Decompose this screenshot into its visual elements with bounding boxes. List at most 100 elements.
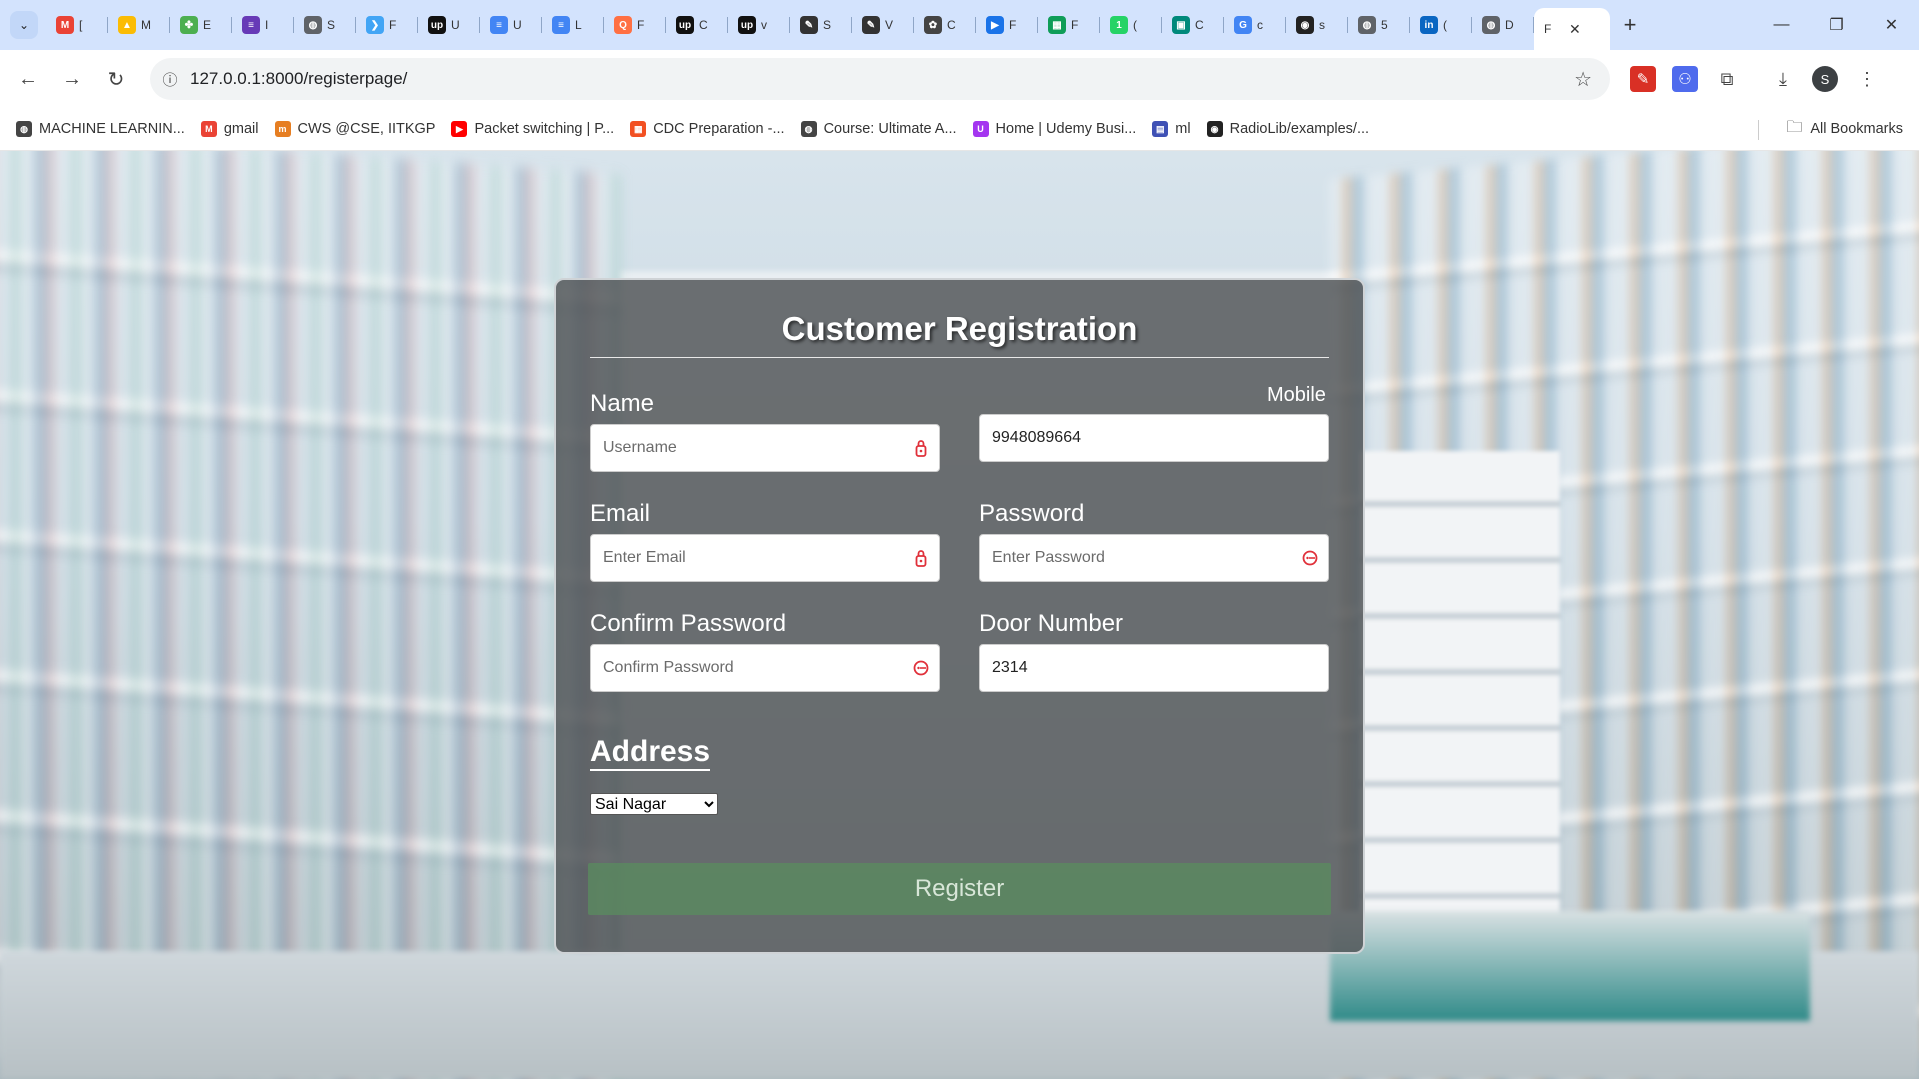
browser-tab[interactable]: ✎ S <box>790 0 852 50</box>
browser-tab[interactable]: 1( <box>1100 0 1162 50</box>
tab-list: M[▲ M ✤ E ≡ I ◍ S ❯ Fup U ≡ U ≡ L Q Fup Cup v ✎ S ✎ V ✿ C ▶ F ▦ F 1(▣… <box>46 0 1610 50</box>
menu-kebab-icon[interactable]: ⋮ <box>1854 66 1880 92</box>
browser-tab[interactable]: Gc <box>1224 0 1286 50</box>
tab-search-button[interactable]: ⌄ <box>10 11 38 39</box>
calendar-icon: ▤ <box>1152 121 1169 137</box>
browser-tab[interactable]: ◍ 5 <box>1348 0 1410 50</box>
profile-avatar[interactable]: S <box>1812 66 1838 92</box>
door-number-input[interactable] <box>980 645 1328 691</box>
arrow-left-icon: ← <box>18 67 38 90</box>
tab-title: ( <box>1443 18 1447 32</box>
browser-tab[interactable]: ≡ I <box>232 0 294 50</box>
linkedin-icon: in <box>1420 16 1438 34</box>
bookmark-item[interactable]: Mgmail <box>200 121 259 137</box>
bookmark-label: Home | Udemy Busi... <box>995 121 1137 137</box>
name-label: Name <box>590 390 655 417</box>
bookmark-item[interactable]: ▶ Packet switching | P... <box>451 121 614 137</box>
pen-icon: ✎ <box>862 16 880 34</box>
new-tab-button[interactable]: + <box>1610 12 1650 38</box>
registration-card: Customer Registration Name Mobile Email … <box>554 278 1365 954</box>
browser-tab[interactable]: ▣ C <box>1162 0 1224 50</box>
windows-icon: ▦ <box>630 121 647 137</box>
bookmark-item[interactable]: ▤ ml <box>1152 121 1191 137</box>
download-icon[interactable]: ⤓ <box>1770 66 1796 92</box>
bookmark-item[interactable]: m CWS @CSE, IITKGP <box>274 121 436 137</box>
tab-title: 5 <box>1381 18 1388 32</box>
address-heading: Address <box>590 735 711 771</box>
close-tab-icon[interactable]: ✕ <box>1569 21 1581 38</box>
browser-tab[interactable]: ✤ E <box>170 0 232 50</box>
active-browser-tab[interactable]: F ✕ <box>1534 8 1610 50</box>
address-select[interactable]: Sai Nagar <box>590 793 718 815</box>
register-button[interactable]: Register <box>588 863 1331 915</box>
bookmark-star-icon[interactable]: ☆ <box>1574 67 1592 92</box>
bookmark-item[interactable]: ▦ CDC Preparation -... <box>630 121 785 137</box>
puzzle-extensions-icon[interactable]: ⧉ <box>1714 66 1740 92</box>
door-number-label: Door Number <box>979 610 1124 637</box>
browser-tab[interactable]: up C <box>666 0 728 50</box>
browser-tab[interactable]: ▲ M <box>108 0 170 50</box>
browser-tab[interactable]: ◉ s <box>1286 0 1348 50</box>
browser-tab[interactable]: ✿ C <box>914 0 976 50</box>
drive-icon: ▲ <box>118 16 136 34</box>
browser-tab[interactable]: ≡ U <box>480 0 542 50</box>
bookmark-label: gmail <box>223 121 259 137</box>
username-input[interactable] <box>591 425 939 471</box>
address-bar[interactable]: ⓘ 127.0.0.1:8000/registerpage/ ☆ <box>150 58 1610 100</box>
confirm-password-input[interactable] <box>591 645 939 691</box>
restore-icon: ❐ <box>1829 17 1844 34</box>
tab-title: U <box>451 18 460 32</box>
browser-tab[interactable]: ◍ S <box>294 0 356 50</box>
title-divider <box>590 357 1329 358</box>
udemy-icon: U <box>972 121 989 137</box>
upwork-icon: up <box>428 16 446 34</box>
background-counter <box>1330 911 1810 1021</box>
tab-title: I <box>265 18 269 32</box>
browser-tab[interactable]: ≡ L <box>542 0 604 50</box>
reload-button[interactable]: ↻ <box>94 57 138 101</box>
site-info-icon[interactable]: ⓘ <box>150 69 190 90</box>
browser-tab[interactable]: up U <box>418 0 480 50</box>
github-icon: ◉ <box>1296 16 1314 34</box>
password-input[interactable] <box>980 535 1328 581</box>
bookmark-item[interactable]: ◍ Course: Ultimate A... <box>800 121 957 137</box>
minimize-button[interactable]: — <box>1754 0 1809 50</box>
browser-tab[interactable]: up v <box>728 0 790 50</box>
pdf-extension-icon[interactable]: ✎ <box>1630 66 1656 92</box>
all-bookmarks-button[interactable]: 🗀 All Bookmarks <box>1786 108 1903 150</box>
pen-icon: ✎ <box>800 16 818 34</box>
bookmark-item[interactable]: ◉ RadioLib/examples/... <box>1206 121 1369 137</box>
browser-tab[interactable]: ◍ D <box>1472 0 1534 50</box>
restore-button[interactable]: ❐ <box>1809 0 1864 50</box>
background-shelves-center <box>1360 451 1560 951</box>
close-icon: ✕ <box>1884 17 1899 34</box>
close-window-button[interactable]: ✕ <box>1864 0 1919 50</box>
tab-title: [ <box>79 18 83 32</box>
tab-title: S <box>327 18 336 32</box>
browser-tab[interactable]: ❯ F <box>356 0 418 50</box>
email-input[interactable] <box>591 535 939 581</box>
browser-tab[interactable]: ✎ V <box>852 0 914 50</box>
tab-title: E <box>203 18 212 32</box>
browser-tab[interactable]: QF <box>604 0 666 50</box>
translate-extension-icon[interactable]: ⚇ <box>1672 66 1698 92</box>
tab-title: F <box>1009 18 1017 32</box>
mobile-input[interactable] <box>980 415 1328 461</box>
reload-icon: ↻ <box>107 68 125 91</box>
forward-button[interactable]: → <box>50 57 94 101</box>
browser-tab[interactable]: ▶ F <box>976 0 1038 50</box>
email-field <box>590 534 940 582</box>
tab-title: D <box>1505 18 1514 32</box>
bookmark-item[interactable]: U Home | Udemy Busi... <box>972 121 1137 137</box>
bookmark-label: Course: Ultimate A... <box>823 121 957 137</box>
browser-tab[interactable]: ▦ F <box>1038 0 1100 50</box>
flutter-icon: ❯ <box>366 16 384 34</box>
back-button[interactable]: ← <box>6 57 50 101</box>
browser-tab[interactable]: in ( <box>1410 0 1472 50</box>
all-bookmarks-label: All Bookmarks <box>1810 121 1903 137</box>
tab-title: V <box>885 18 894 32</box>
bookmark-item[interactable]: ◍ MACHINE LEARNIN... <box>16 121 185 137</box>
url-text[interactable]: 127.0.0.1:8000/registerpage/ <box>190 69 407 89</box>
bookmark-label: CWS @CSE, IITKGP <box>297 121 436 137</box>
browser-tab[interactable]: M[ <box>46 0 108 50</box>
